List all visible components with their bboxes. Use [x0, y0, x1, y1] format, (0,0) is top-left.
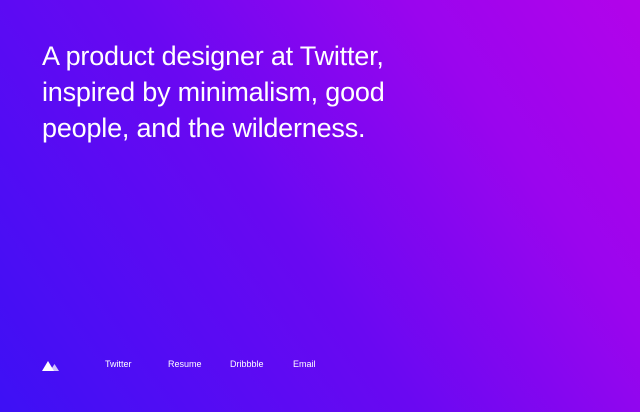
- page: A product designer at Twitter, inspired …: [0, 0, 640, 412]
- nav-link-resume[interactable]: Resume: [168, 356, 202, 372]
- mountain-logo-icon[interactable]: [42, 358, 60, 371]
- headline-line-1: A product designer at Twitter,: [42, 41, 384, 71]
- headline-line-2: inspired by minimalism, good: [42, 77, 385, 107]
- nav-link-email[interactable]: Email: [293, 356, 316, 372]
- mountain-logo-svg: [42, 361, 59, 371]
- footer-nav: Twitter Resume Dribbble Email: [42, 356, 442, 372]
- nav-link-dribbble[interactable]: Dribbble: [230, 356, 264, 372]
- nav-link-twitter[interactable]: Twitter: [105, 356, 132, 372]
- headline-line-3: people, and the wilderness.: [42, 113, 366, 143]
- hero-headline: A product designer at Twitter, inspired …: [42, 38, 462, 146]
